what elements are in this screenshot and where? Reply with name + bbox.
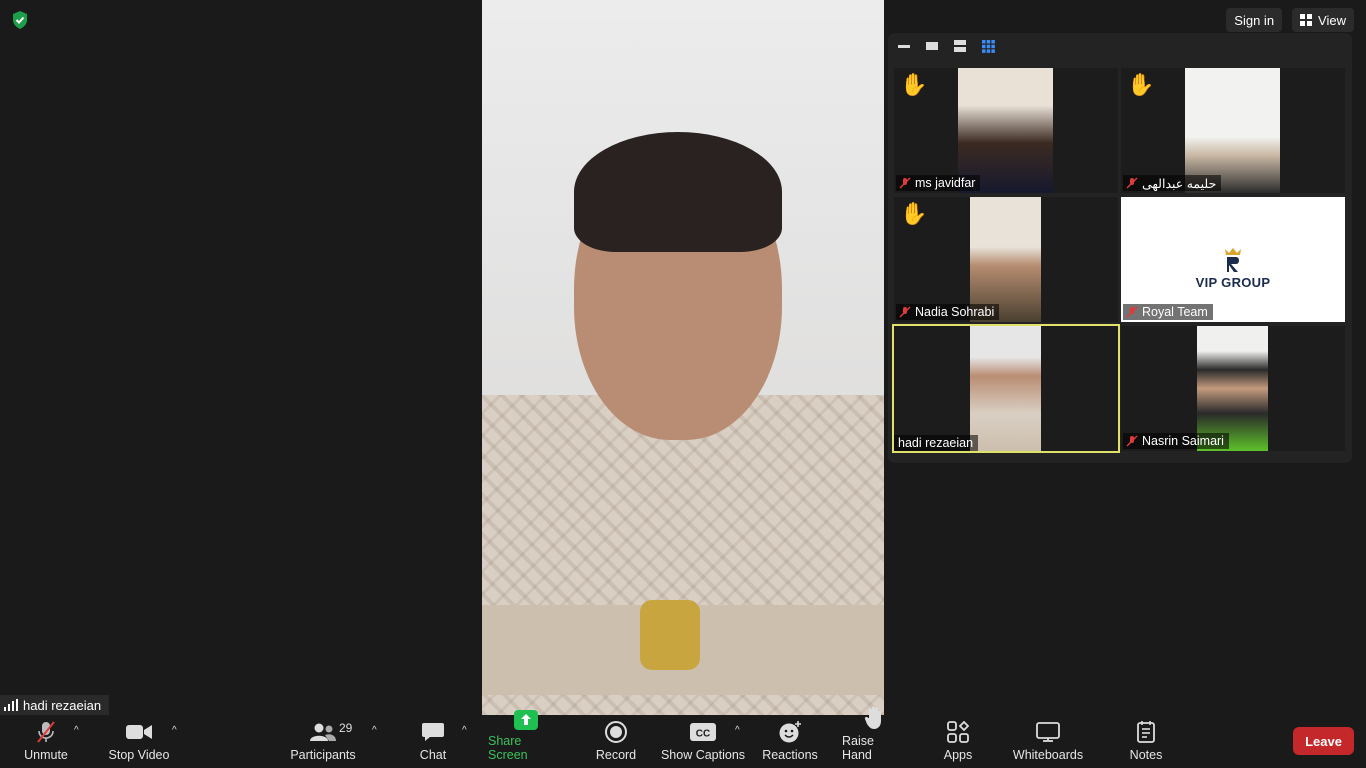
apps-button[interactable]: Apps [940,715,976,768]
share-screen-icon [514,710,538,730]
participants-count: 29 [339,721,353,735]
participant-tile[interactable]: Nasrin Saimari [1121,326,1345,451]
view-button[interactable]: View [1292,8,1354,32]
video-camera-icon [126,725,152,739]
participants-label: Participants [290,748,356,762]
video-hair [574,132,782,252]
single-layout-icon[interactable] [924,39,940,53]
audio-options-caret-icon[interactable]: ^ [74,725,79,736]
meeting-toolbar: Unmute ^ Stop Video ^ Participants 29 ^ … [0,706,1366,768]
unmute-button[interactable]: Unmute [20,715,72,768]
whiteboards-button[interactable]: Whiteboards [1010,715,1086,768]
speaker-name-chip: hadi rezaeian [0,695,110,715]
participant-name-tag: hadi rezaeian [894,435,979,451]
participant-tile[interactable]: ✋ ms javidfar [894,68,1118,193]
leave-button[interactable]: Leave [1293,727,1354,755]
grid-layout-icon[interactable] [980,39,996,53]
participant-name-tag: Nadia Sohrabi [896,304,1000,320]
notes-icon [1137,721,1155,743]
participants-icon [310,723,336,741]
stop-video-label: Stop Video [108,748,170,762]
mic-muted-icon [37,721,55,743]
chat-icon [422,723,444,741]
participant-name: Nadia Sohrabi [915,305,995,319]
record-button[interactable]: Record [594,715,638,768]
participant-tile-active[interactable]: hadi rezaeian [892,324,1120,453]
strip-layout-icon[interactable] [952,39,968,53]
notes-label: Notes [1129,748,1163,762]
chat-button[interactable]: Chat [414,715,452,768]
raise-hand-label: Raise Hand [842,734,874,762]
reactions-button[interactable]: Reactions [760,715,820,768]
share-screen-label: Share Screen [488,734,528,762]
participant-name-tag: Nasrin Saimari [1123,433,1229,449]
whiteboards-label: Whiteboards [1012,748,1084,762]
raise-hand-button[interactable]: Raise Hand [842,706,906,768]
participant-tile[interactable]: VIP GROUP Royal Team [1121,197,1345,322]
grid-view-icon [1300,14,1313,26]
mic-muted-icon [1126,177,1138,189]
participant-name-tag: Royal Team [1123,304,1213,320]
minimize-layout-icon[interactable] [896,39,912,53]
stop-video-button[interactable]: Stop Video [104,715,174,768]
whiteboard-icon [1036,722,1060,742]
participant-name: ms javidfar [915,176,976,190]
record-label: Record [595,748,637,762]
participant-tile[interactable]: ✋ حلیمه عبدالهی [1121,68,1345,193]
raised-hand-icon: ✋ [900,72,928,97]
signal-strength-icon [4,699,18,711]
speaker-name: hadi rezaeian [23,697,102,713]
mic-muted-icon [899,177,911,189]
video-options-caret-icon[interactable]: ^ [172,725,177,736]
reactions-label: Reactions [762,748,818,762]
mic-muted-icon [1126,306,1138,318]
show-captions-label: Show Captions [660,748,746,762]
notes-button[interactable]: Notes [1126,715,1166,768]
show-captions-button[interactable]: CC Show Captions [660,715,746,768]
security-shield-icon[interactable] [10,10,30,30]
raised-hand-icon: ✋ [900,201,928,226]
view-label: View [1318,12,1346,28]
participant-tile[interactable]: ✋ Nadia Sohrabi [894,197,1118,322]
chat-options-caret-icon[interactable]: ^ [462,725,467,736]
unmute-label: Unmute [24,748,68,762]
share-screen-button[interactable]: Share Screen [488,710,564,768]
leave-label: Leave [1305,733,1342,749]
raise-hand-icon [864,706,881,729]
logo-text: VIP GROUP [1195,275,1271,290]
main-speaker-video[interactable] [482,0,884,715]
reactions-smiley-icon [779,721,801,743]
apps-label: Apps [943,748,973,762]
closed-captions-icon: CC [690,723,716,741]
participant-name: hadi rezaeian [898,436,974,450]
participant-name: Nasrin Saimari [1142,434,1224,448]
participant-video [970,326,1041,451]
participant-name-tag: حلیمه عبدالهی [1123,175,1222,191]
mic-muted-icon [1126,435,1138,447]
crown-r-logo-icon [1225,248,1241,272]
mic-muted-icon [899,306,911,318]
video-watch [640,600,700,670]
sign-in-label: Sign in [1234,12,1275,28]
participant-name: Royal Team [1142,305,1208,319]
svg-text:CC: CC [696,729,710,740]
raised-hand-icon: ✋ [1127,72,1155,97]
record-icon [605,721,627,743]
layout-switcher [896,39,996,53]
participant-name: حلیمه عبدالهی [1142,176,1217,191]
gallery-panel: ✋ ms javidfar ✋ حلیمه عبدالهی ✋ Nadia So… [888,33,1352,463]
chat-label: Chat [419,748,447,762]
apps-icon [947,721,969,743]
participant-name-tag: ms javidfar [896,175,981,191]
sign-in-button[interactable]: Sign in [1226,8,1283,32]
captions-options-caret-icon[interactable]: ^ [735,725,740,736]
participants-options-caret-icon[interactable]: ^ [372,725,377,736]
